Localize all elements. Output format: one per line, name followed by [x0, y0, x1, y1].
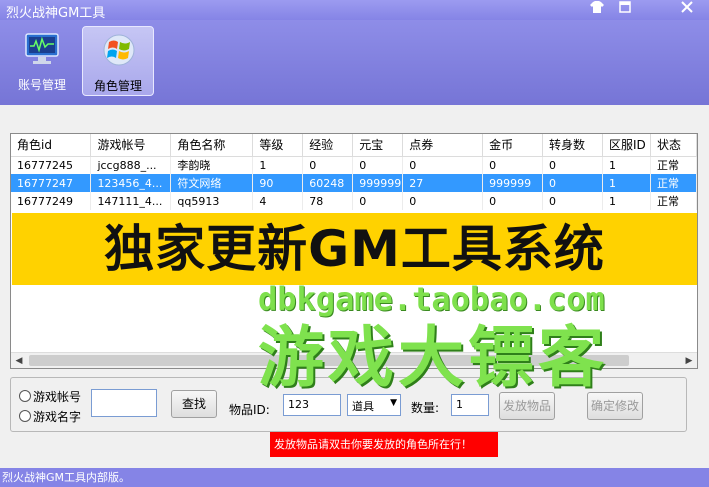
column-header[interactable]: 点券: [402, 134, 484, 157]
radio-name[interactable]: [19, 410, 31, 422]
column-header[interactable]: 转身数: [542, 134, 603, 157]
cell-yuanbao: 999999: [352, 174, 404, 192]
close-icon[interactable]: [676, 1, 698, 18]
cell-role-id: 16777247: [11, 174, 92, 192]
chevron-down-icon: ▼: [390, 398, 397, 408]
cell-points: 0: [402, 192, 484, 210]
table-row[interactable]: 16777249 147111_4... qq5913 4 78 0 0 0 0…: [11, 192, 698, 210]
monitor-chart-icon: [24, 32, 60, 66]
column-header[interactable]: 角色id: [11, 134, 92, 157]
column-header[interactable]: 元宝: [352, 134, 404, 157]
cell-role-id: 16777249: [11, 192, 92, 210]
cell-rebirth: 0: [542, 192, 603, 210]
watermark-name: 游戏大镖客: [258, 319, 608, 396]
toolbar-item-label: 角色管理: [93, 79, 142, 93]
column-header[interactable]: 状态: [650, 134, 698, 157]
column-header[interactable]: 区服ID: [602, 134, 651, 157]
toolbar: 账号管理 角色管理: [0, 20, 709, 105]
cell-points: 27: [402, 174, 484, 192]
notice-banner: 发放物品请双击你要发放的角色所在行！: [270, 432, 498, 457]
cell-role-name: qq5913: [170, 192, 254, 210]
cell-role-name: 符文网络: [170, 174, 254, 192]
cell-gold: 0: [482, 156, 544, 174]
radio-account[interactable]: [19, 390, 31, 402]
cell-role-id: 16777245: [11, 156, 92, 174]
scroll-right-icon[interactable]: ▶: [681, 353, 697, 369]
table-row[interactable]: 16777245 jccg888_... 李韵晓 1 0 0 0 0 0 1 正…: [11, 156, 698, 174]
table-header-row: 角色id 游戏帐号 角色名称 等级 经验 元宝 点券 金币 转身数 区服ID 状…: [11, 134, 698, 157]
cell-yuanbao: 0: [352, 192, 404, 210]
search-input[interactable]: [91, 389, 157, 417]
title-bar: 烈火战神GM工具: [0, 0, 709, 21]
cell-rebirth: 0: [542, 174, 603, 192]
column-header[interactable]: 角色名称: [170, 134, 254, 157]
cell-level: 90: [252, 174, 304, 192]
cell-status: 正常: [650, 192, 698, 210]
cell-status: 正常: [650, 156, 698, 174]
cell-yuanbao: 0: [352, 156, 404, 174]
cell-account: 123456_4...: [90, 174, 172, 192]
account-management-button[interactable]: 账号管理: [6, 26, 78, 96]
cell-server-id: 1: [602, 192, 651, 210]
status-bar: 烈火战神GM工具内部版。: [0, 468, 709, 487]
watermark-url: dbkgame.taobao.com: [258, 280, 605, 318]
cell-role-name: 李韵晓: [170, 156, 254, 174]
promo-banner: 独家更新GM工具系统: [12, 213, 697, 285]
quantity-label: 数量:: [411, 401, 440, 415]
cell-points: 0: [402, 156, 484, 174]
cell-level: 4: [252, 192, 304, 210]
cell-server-id: 1: [602, 156, 651, 174]
role-management-button[interactable]: 角色管理: [82, 26, 154, 96]
item-type-value: 道具: [352, 400, 374, 413]
column-header[interactable]: 经验: [302, 134, 354, 157]
column-header[interactable]: 游戏帐号: [90, 134, 172, 157]
toolbar-item-label: 账号管理: [17, 78, 66, 92]
cell-server-id: 1: [602, 174, 651, 192]
cell-exp: 60248: [302, 174, 354, 192]
cell-exp: 78: [302, 192, 354, 210]
window-title: 烈火战神GM工具: [6, 6, 106, 21]
cell-rebirth: 0: [542, 156, 603, 174]
cell-gold: 999999: [482, 174, 544, 192]
cell-gold: 0: [482, 192, 544, 210]
cell-account: jccg888_...: [90, 156, 172, 174]
column-header[interactable]: 等级: [252, 134, 304, 157]
shirt-icon[interactable]: [586, 1, 608, 18]
item-id-label: 物品ID:: [229, 403, 270, 417]
radio-account-label: 游戏帐号: [33, 390, 82, 404]
cell-status: 正常: [650, 174, 698, 192]
table-row-selected[interactable]: 16777247 123456_4... 符文网络 90 60248 99999…: [11, 174, 698, 192]
windows-logo-icon: [101, 33, 137, 67]
restore-icon[interactable]: [614, 1, 636, 18]
promo-banner-text: 独家更新GM工具系统: [104, 220, 605, 278]
scroll-left-icon[interactable]: ◀: [11, 353, 27, 369]
cell-exp: 0: [302, 156, 354, 174]
cell-level: 1: [252, 156, 304, 174]
radio-name-label: 游戏名字: [33, 410, 82, 424]
role-table: 角色id 游戏帐号 角色名称 等级 经验 元宝 点券 金币 转身数 区服ID 状…: [11, 134, 698, 210]
column-header[interactable]: 金币: [482, 134, 544, 157]
cell-account: 147111_4...: [90, 192, 172, 210]
find-button[interactable]: 查找: [171, 390, 217, 418]
